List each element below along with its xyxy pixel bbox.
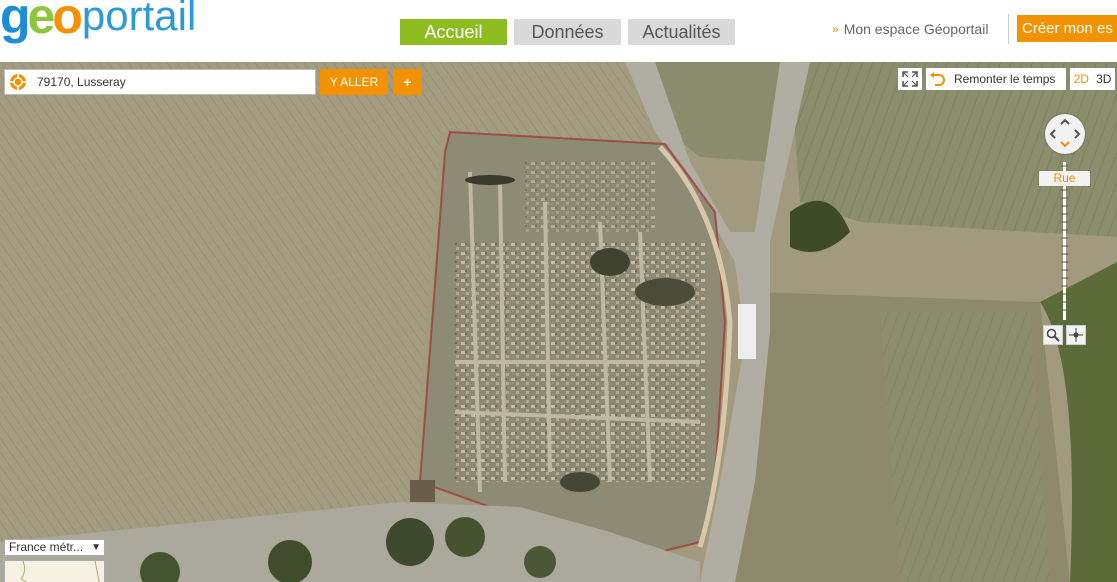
zoom-search-button[interactable] (1043, 325, 1063, 345)
locate-button[interactable] (1066, 325, 1086, 345)
logo-portail: portail (81, 0, 197, 39)
map-view[interactable]: Y ALLER + Remonter le temps 2D 3D (0, 62, 1117, 582)
fullscreen-icon (902, 71, 918, 87)
nav-tab-accueil[interactable]: Accueil (400, 19, 507, 45)
view-3d-button[interactable]: 3D (1096, 68, 1111, 90)
pan-control[interactable] (1045, 114, 1085, 154)
geolocate-icon[interactable] (7, 71, 29, 93)
geoportail-logo[interactable]: geo portail (0, 0, 196, 44)
chevron-down-icon: ▼ (91, 542, 101, 553)
main-nav: Accueil Données Actualités (400, 19, 735, 45)
view-mode-toggle: 2D 3D (1070, 68, 1115, 90)
nav-tab-actualites[interactable]: Actualités (628, 19, 735, 45)
search-input[interactable] (29, 71, 309, 93)
account-link[interactable]: » Mon espace Géoportail (832, 20, 988, 38)
pan-left-icon[interactable] (1049, 129, 1056, 139)
magnifier-icon (1046, 328, 1060, 342)
pan-down-icon[interactable] (1060, 141, 1070, 148)
create-account-button[interactable]: Créer mon es (1017, 15, 1117, 42)
fullscreen-button[interactable] (898, 68, 922, 90)
pan-right-icon[interactable] (1074, 129, 1081, 139)
search-box (4, 69, 316, 95)
geoportail-app: { "header": { "logo": { "part1_g": "g", … (0, 0, 1117, 582)
zoom-level-label[interactable]: Rue (1039, 171, 1090, 186)
logo-g: g (0, 0, 30, 44)
more-options-button[interactable]: + (393, 69, 422, 95)
go-button[interactable]: Y ALLER (320, 69, 388, 95)
logo-geo: geo (0, 0, 83, 44)
territory-select-value: France métr... (9, 540, 84, 554)
territory-select[interactable]: France métr... ▼ (4, 539, 105, 556)
time-travel-button[interactable]: Remonter le temps (926, 68, 1066, 90)
crosshair-icon (1069, 328, 1083, 342)
undo-arrow-icon (926, 72, 948, 86)
time-travel-label: Remonter le temps (954, 72, 1056, 86)
logo-o: o (52, 0, 82, 44)
nav-tab-donnees[interactable]: Données (514, 19, 621, 45)
account-link-label: Mon espace Géoportail (843, 21, 989, 37)
overview-minimap[interactable] (4, 560, 105, 582)
header-divider (1008, 14, 1009, 44)
pan-up-icon[interactable] (1060, 118, 1070, 125)
site-header: geo portail Accueil Données Actualités »… (0, 0, 1117, 62)
aerial-imagery (0, 62, 1117, 582)
view-2d-button[interactable]: 2D (1074, 68, 1089, 90)
chevron-right-icon: » (832, 22, 839, 36)
logo-e: e (27, 0, 56, 44)
